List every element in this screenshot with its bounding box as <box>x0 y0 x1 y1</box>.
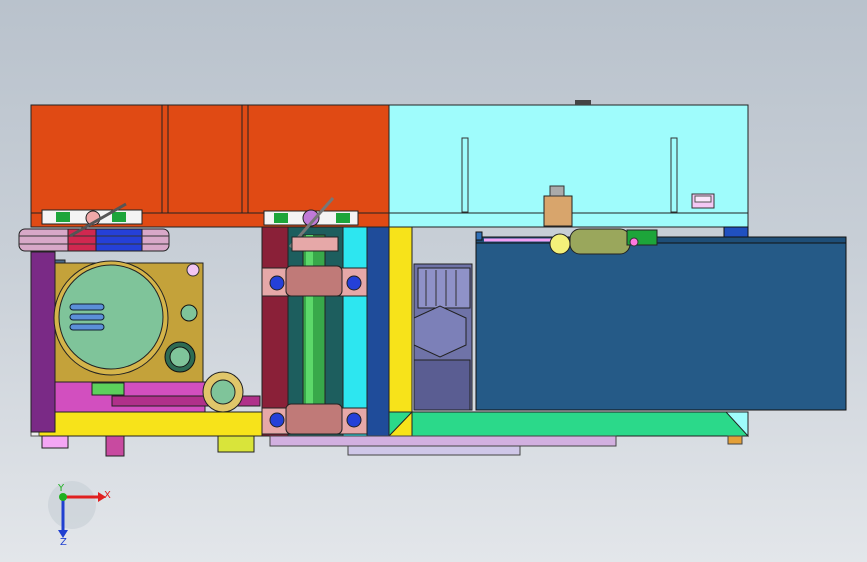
axis-triad: X Y Z <box>48 481 111 548</box>
x-axis-label: X <box>104 490 111 501</box>
y-axis-label: Y <box>57 483 65 494</box>
y-axis-dot <box>59 493 67 501</box>
gearmotor[interactable] <box>53 260 204 386</box>
z-axis-label: Z <box>60 537 67 548</box>
cad-assembly-view: X Y Z <box>18 100 847 548</box>
right-gearmotor[interactable] <box>413 263 473 411</box>
left-pulley-stack[interactable] <box>18 228 170 252</box>
hopper-bin[interactable] <box>475 226 847 411</box>
conveyor-belt[interactable] <box>387 410 749 438</box>
top-cover-left[interactable] <box>30 104 390 228</box>
gear-rack[interactable] <box>269 435 743 456</box>
